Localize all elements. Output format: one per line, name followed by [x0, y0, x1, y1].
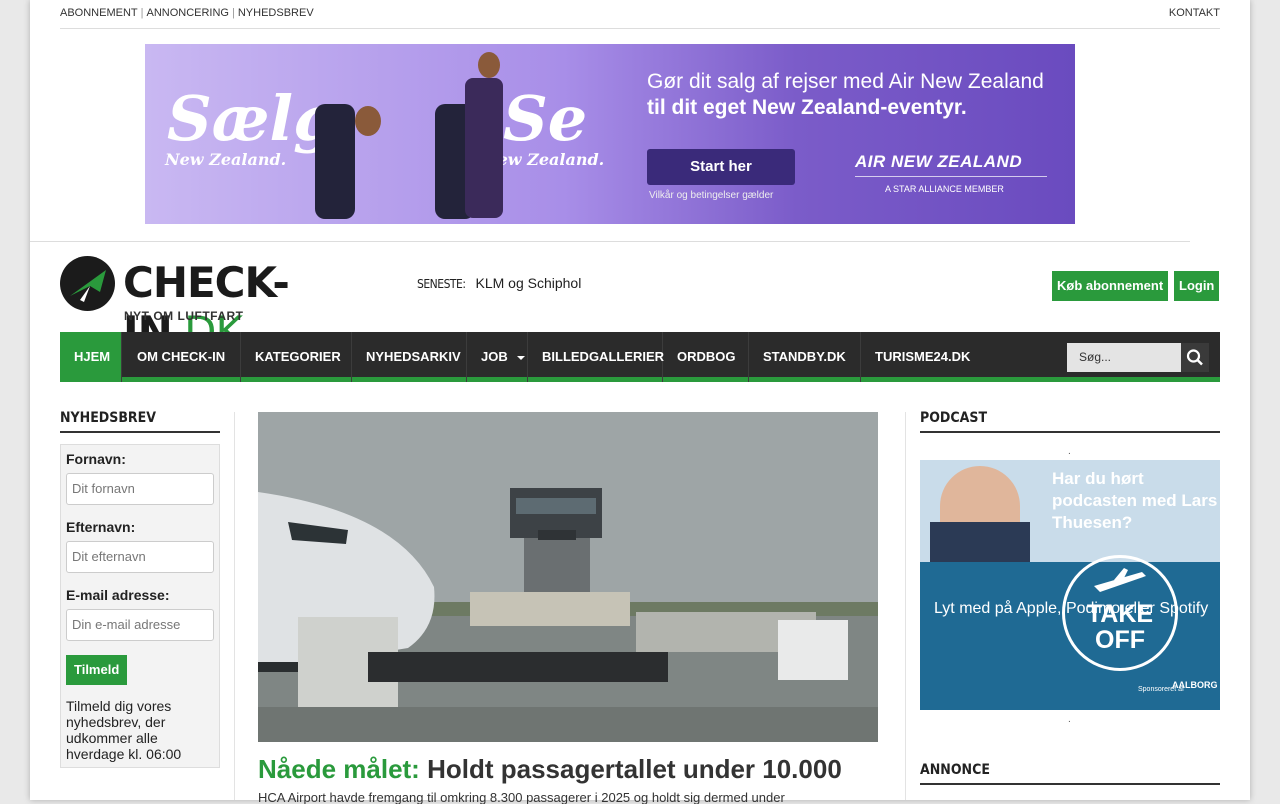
- column-divider: [905, 412, 906, 800]
- star-alliance-label: A STAR ALLIANCE MEMBER: [885, 184, 1004, 194]
- chevron-down-icon: [516, 355, 525, 360]
- site-logo[interactable]: CHECK-IN.DK NYT OM LUFTFART: [60, 256, 360, 356]
- nav-item-om-check-in[interactable]: OM CHECK-IN: [123, 332, 241, 410]
- banner-word-saelg-sub: New Zealand.: [165, 150, 287, 169]
- seat-illustration: [315, 104, 355, 219]
- podcast-heading: PODCAST: [920, 410, 1220, 433]
- podcast-question: Har du hørt podcasten med Lars Thuesen?: [1052, 469, 1218, 532]
- nav-item-standby[interactable]: STANDBY.DK: [749, 332, 861, 410]
- nav-item-turisme24[interactable]: TURISME24.DK: [861, 332, 981, 410]
- article-kicker: Nåede målet:: [258, 754, 420, 784]
- attendant-image: [478, 52, 500, 78]
- article-title: Holdt passagertallet under 10.000: [427, 754, 842, 784]
- nav-item-nyhedsarkiv[interactable]: NYHEDSARKIV: [352, 332, 467, 382]
- article-hero-image[interactable]: [258, 412, 878, 742]
- banner-word-se: Se: [503, 82, 588, 155]
- search-input[interactable]: Søg...: [1067, 343, 1181, 372]
- header-divider: [30, 241, 1190, 242]
- top-link-kontakt[interactable]: KONTAKT: [1169, 7, 1220, 19]
- banner-start-button[interactable]: Start her: [647, 149, 795, 185]
- spacer-dot: .: [1068, 446, 1071, 457]
- search-button[interactable]: [1181, 343, 1209, 372]
- banner-ad[interactable]: Sælg New Zealand. Se New Zealand. Gør di…: [145, 44, 1075, 224]
- login-button[interactable]: Login: [1174, 271, 1220, 301]
- newsletter-form: Fornavn: Dit fornavn Efternavn: Dit efte…: [60, 444, 220, 768]
- newsletter-submit-button[interactable]: Tilmeld: [66, 655, 128, 685]
- nav-item-ordbog[interactable]: ORDBOG: [663, 332, 749, 410]
- last-name-label: Efternavn:: [66, 519, 136, 535]
- chevron-down-icon: [772, 405, 780, 410]
- nav-item-kategorier[interactable]: KATEGORIER: [241, 332, 352, 410]
- search-icon: [1186, 349, 1203, 366]
- host-suit: [930, 522, 1030, 562]
- chevron-down-icon: [264, 405, 272, 410]
- top-link-annoncering[interactable]: ANNONCERING: [146, 7, 229, 19]
- first-name-field[interactable]: Dit fornavn: [66, 473, 214, 505]
- email-label: E-mail adresse:: [66, 587, 170, 603]
- banner-word-saelg: Sælg: [167, 82, 337, 155]
- banner-headline-2: til dit eget New Zealand-eventyr.: [647, 96, 967, 119]
- take-off-badge: TAKE OFF: [1062, 555, 1178, 671]
- banner-headline-1: Gør dit salg af rejser med Air New Zeala…: [647, 70, 1044, 93]
- nav-item-job[interactable]: JOB: [467, 332, 528, 382]
- newsletter-description: Tilmeld dig vores nyhedsbrev, der udkomm…: [66, 698, 182, 762]
- main-nav: HJEM OM CHECK-IN KATEGORIER NYHEDSARKIV …: [60, 332, 1220, 410]
- spacer-dot: .: [1068, 714, 1071, 725]
- podcast-ad[interactable]: Har du hørt podcasten med Lars Thuesen? …: [920, 460, 1220, 710]
- top-bar: ABONNEMENT | ANNONCERING | NYHEDSBREV KONTAK…: [60, 0, 1220, 29]
- air-new-zealand-logo: AIR NEW ZEALAND: [855, 152, 1023, 171]
- top-link-nyhedsbrev[interactable]: NYHEDSBREV: [238, 7, 314, 19]
- top-link-abonnement[interactable]: ABONNEMENT: [60, 7, 138, 19]
- nav-item-billedgallerier[interactable]: BILLEDGALLERIER: [528, 332, 664, 382]
- latest-label: SENESTE:: [417, 277, 466, 291]
- logo-tagline: NYT OM LUFTFART: [124, 309, 244, 323]
- chevron-down-icon: [686, 405, 694, 410]
- plane-logo-icon: [60, 256, 115, 311]
- subscribe-button[interactable]: Køb abonnement: [1052, 271, 1169, 301]
- nav-item-hjem[interactable]: HJEM: [60, 332, 122, 382]
- attendant-body: [465, 78, 503, 218]
- plane-icon: [1094, 568, 1146, 592]
- article-headline[interactable]: Nåede målet: Holdt passagertallet under …: [258, 754, 842, 785]
- latest-ticker: SENESTE: KLM og Schiphol: [417, 275, 581, 291]
- chevron-down-icon: [884, 405, 892, 410]
- last-name-field[interactable]: Dit efternavn: [66, 541, 214, 573]
- aalborg-logo: AALBORG: [1172, 680, 1218, 690]
- ad-heading: ANNONCE: [920, 762, 1220, 785]
- top-links: ABONNEMENT | ANNONCERING | NYHEDSBREV: [60, 7, 314, 19]
- passenger-image: [355, 106, 381, 136]
- email-field[interactable]: Din e-mail adresse: [66, 609, 214, 641]
- chevron-down-icon: [146, 405, 154, 410]
- article-excerpt: HCA Airport havde fremgang til omkring 8…: [258, 790, 785, 804]
- column-divider: [234, 412, 235, 800]
- brand-divider: [855, 176, 1047, 177]
- first-name-label: Fornavn:: [66, 451, 126, 467]
- banner-terms: Vilkår og betingelser gælder: [649, 190, 774, 201]
- newsletter-heading: NYHEDSBREV: [60, 410, 220, 433]
- latest-headline[interactable]: KLM og Schiphol: [475, 275, 581, 291]
